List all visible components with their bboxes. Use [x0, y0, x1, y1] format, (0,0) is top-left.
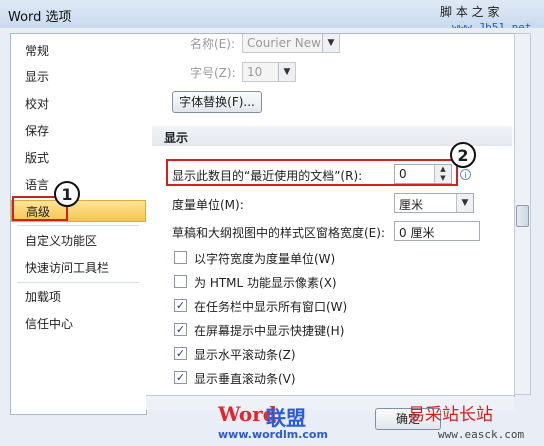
option-char-width: 以字符宽度为度量单位(W)	[194, 252, 336, 266]
step-badge-2: 2	[450, 142, 476, 168]
sidebar-item-addins[interactable]: 加载项	[11, 286, 146, 308]
option-screentip-shortcuts: 在屏幕提示中显示快捷键(H)	[194, 324, 345, 338]
options-content: 名称(E): Courier New ▼ 字号(Z): 10 ▼ 字体替换(F)…	[146, 33, 515, 397]
measure-unit-value: 厘米	[399, 198, 424, 212]
font-size-label: 字号(Z):	[190, 66, 236, 80]
watermark-right: 易采站长站	[408, 405, 493, 425]
font-name-select[interactable]: Courier New ▼	[242, 34, 340, 53]
font-size-value: 10	[247, 65, 263, 79]
checkbox-checked[interactable]: ✓	[174, 299, 187, 312]
sidebar-item-trust-center[interactable]: 信任中心	[11, 313, 146, 335]
option-taskbar-windows: 在任务栏中显示所有窗口(W)	[194, 300, 348, 314]
style-area-width-label: 草稿和大纲视图中的样式区窗格宽度(E):	[172, 226, 385, 240]
sidebar-item-display[interactable]: 显示	[11, 66, 146, 88]
font-substitution-button[interactable]: 字体替换(F)...	[172, 91, 262, 113]
step-badge-1: 1	[54, 181, 80, 207]
watermark-logo-cn: 联盟	[266, 406, 306, 430]
checkbox-checked[interactable]: ✓	[174, 323, 187, 336]
chevron-down-icon: ▼	[322, 34, 339, 52]
display-section-title: 显示	[164, 131, 189, 145]
option-html-pixels: 为 HTML 功能显示像素(X)	[194, 276, 337, 290]
sidebar-item-customize-ribbon[interactable]: 自定义功能区	[11, 230, 146, 252]
watermark-right-url: www.easck.com	[438, 428, 525, 441]
info-icon[interactable]: i	[460, 169, 471, 180]
sidebar-item-quick-access[interactable]: 快速访问工具栏	[11, 257, 146, 279]
checkbox[interactable]	[174, 251, 187, 264]
sidebar-item-proofing[interactable]: 校对	[11, 93, 146, 115]
sidebar-item-layout[interactable]: 版式	[11, 147, 146, 169]
font-size-select[interactable]: 10 ▼	[242, 62, 296, 82]
checkbox-checked[interactable]: ✓	[174, 347, 187, 360]
style-area-width-value: 0 厘米	[399, 226, 435, 240]
sidebar-divider	[17, 225, 139, 226]
checkbox-checked[interactable]: ✓	[174, 371, 187, 384]
watermark-logo-url: www.wordlm.com	[218, 428, 328, 441]
highlight-recent-docs	[166, 159, 458, 186]
style-area-width-input[interactable]: 0 厘米	[394, 221, 480, 241]
options-sidebar: 常规 显示 校对 保存 版式 语言 高级 自定义功能区 快速访问工具栏 加载项 …	[10, 33, 147, 415]
chevron-down-icon: ▼	[278, 63, 295, 81]
watermark-top: 脚 本 之 家	[440, 5, 500, 19]
window-title: Word 选项	[8, 10, 72, 25]
scrollbar-thumb[interactable]	[516, 205, 529, 227]
checkbox[interactable]	[174, 275, 187, 288]
option-horizontal-scrollbar: 显示水平滚动条(Z)	[194, 348, 296, 362]
measure-unit-label: 度量单位(M):	[172, 198, 244, 212]
sidebar-item-general[interactable]: 常规	[11, 40, 146, 62]
measure-unit-select[interactable]: 厘米 ▼	[394, 193, 474, 213]
sidebar-item-save[interactable]: 保存	[11, 120, 146, 142]
font-name-label: 名称(E):	[190, 37, 235, 51]
chevron-down-icon: ▼	[456, 194, 473, 212]
sidebar-divider	[17, 282, 139, 283]
option-vertical-scrollbar: 显示垂直滚动条(V)	[194, 372, 296, 386]
font-name-value: Courier New	[247, 36, 321, 50]
